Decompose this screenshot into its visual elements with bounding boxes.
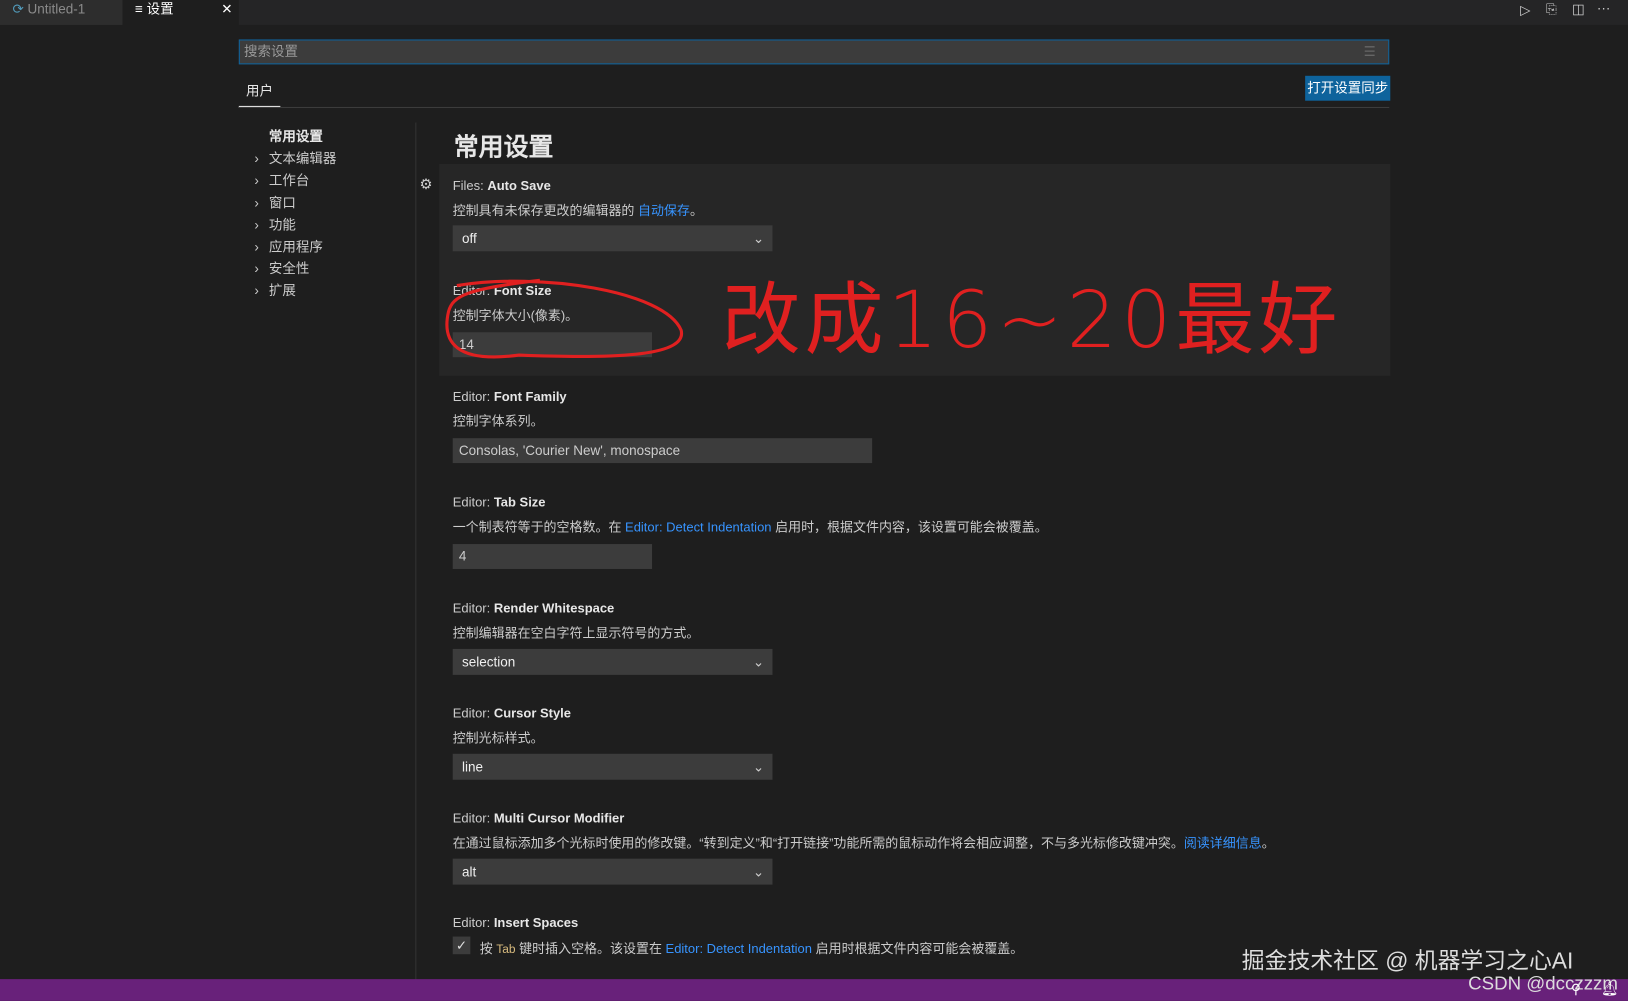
watermark: 掘金技术社区 @ 机器学习之心AI [1241,947,1574,974]
chevron-right-icon: › [254,216,259,233]
setting-label: Editor: Render Whitespace [452,601,615,616]
setting-description: 控制字体系列。 [452,414,544,429]
toc-item[interactable]: › 功能 [254,214,296,234]
setting-label: Editor: Font Size [452,283,552,298]
chevron-down-icon: ⌄ [752,654,765,670]
split-editor-icon[interactable]: ◫ [1572,1,1585,18]
auto-save-select[interactable]: off ⌄ [452,225,773,252]
setting-label: Editor: Cursor Style [452,706,572,721]
divider [238,106,1390,108]
file-icon: ⟳ [12,1,28,17]
tab-size-input[interactable]: 4 [452,544,653,569]
chevron-right-icon: › [254,150,259,167]
setting-description: 一个制表符等于的空格数。在 Editor: Detect Indentation… [452,520,1048,535]
detect-indentation-link[interactable]: Editor: Detect Indentation [625,520,771,535]
multi-cursor-modifier-select[interactable]: alt ⌄ [452,858,773,885]
cursor-style-select[interactable]: line ⌄ [452,753,773,780]
chevron-right-icon: › [254,238,259,255]
tab-untitled-1[interactable]: ⟳ Untitled-1 [0,0,123,25]
more-icon[interactable]: ··· [1597,0,1610,16]
setting-description: 控制具有未保存更改的编辑器的 自动保存。 [452,203,703,219]
auto-save-link[interactable]: 自动保存 [638,204,690,219]
toc-item[interactable]: › 安全性 [254,258,309,278]
toc-item[interactable]: › 窗口 [254,192,296,212]
run-icon[interactable]: ▷ [1520,2,1530,19]
setting-description: 控制编辑器在空白字符上显示符号的方式。 [452,626,700,641]
open-settings-json-icon[interactable]: ⎘ [1546,1,1557,18]
chevron-right-icon: › [254,172,259,189]
render-whitespace-select[interactable]: selection ⌄ [452,648,773,675]
open-settings-sync-button[interactable]: 打开设置同步 [1305,75,1391,101]
chevron-down-icon: ⌄ [752,758,765,775]
bell-icon[interactable]: 🔔︎ [1601,981,1618,998]
toc-item[interactable]: › 文本编辑器 [254,148,336,168]
toc-item[interactable]: › 工作台 [254,170,309,190]
setting-description: 按 Tab 键时插入空格。该设置在 Editor: Detect Indenta… [479,941,1024,957]
vscode-window: ⟳ Untitled-1 ≡ 设置 ✕ ▷ ⎘ ◫ ··· 搜索设置 ☰ 用户 打开… [0,0,1628,1001]
close-icon[interactable]: ✕ [221,0,232,19]
setting-description: 在通过鼠标添加多个光标时使用的修改键。“转到定义”和“打开链接”功能所需的鼠标动… [452,835,1275,851]
toc-item[interactable]: 常用设置 [254,126,323,146]
setting-label: Editor: Multi Cursor Modifier [452,810,625,826]
chevron-right-icon: › [254,260,259,277]
accounts-icon[interactable]: ⚲ [1571,981,1581,998]
toc-item[interactable]: › 应用程序 [254,236,323,256]
section-title: 常用设置 [453,133,554,162]
chevron-down-icon: ⌄ [752,230,765,247]
setting-description: 控制字体大小(像素)。 [452,308,579,323]
chevron-right-icon: › [254,194,259,211]
toc-item[interactable]: › 扩展 [254,280,296,300]
status-bar: CSDN @dcczzzm ⚲ 🔔︎ [0,973,1628,1001]
font-size-input[interactable]: 14 [452,332,653,358]
setting-label: Editor: Font Family [452,389,567,404]
setting-description: 控制光标样式。 [452,730,544,746]
check-icon: ✓ [455,937,468,954]
detect-indentation-link[interactable]: Editor: Detect Indentation [666,942,812,957]
tab-user[interactable]: 用户 [238,81,281,108]
insert-spaces-checkbox[interactable]: ✓ [452,936,471,955]
tab-bar: ⟳ Untitled-1 ≡ 设置 ✕ ▷ ⎘ ◫ ··· [0,0,1628,25]
setting-label: Editor: Insert Spaces [452,915,579,931]
read-more-link[interactable]: 阅读详细信息 [1184,836,1262,851]
settings-editor-icon: ≡ [134,1,147,17]
chevron-right-icon: › [254,282,259,299]
setting-label: Files: Auto Save [452,178,551,194]
chevron-down-icon: ⌄ [752,863,765,880]
watermark-csdn: CSDN @dcczzzm [1468,972,1618,994]
search-settings-input[interactable]: 搜索设置 ☰ [238,39,1390,65]
gear-icon[interactable]: ⚙ [419,175,432,193]
filter-icon[interactable]: ☰ [1364,40,1376,63]
handwritten-annotation: 改成16~20最好 [721,273,1342,366]
setting-label: Editor: Tab Size [452,495,546,510]
font-family-input[interactable]: Consolas, 'Courier New', monospace [452,438,873,464]
tab-settings[interactable]: ≡ 设置 ✕ [122,0,239,25]
toc-divider [415,122,417,981]
